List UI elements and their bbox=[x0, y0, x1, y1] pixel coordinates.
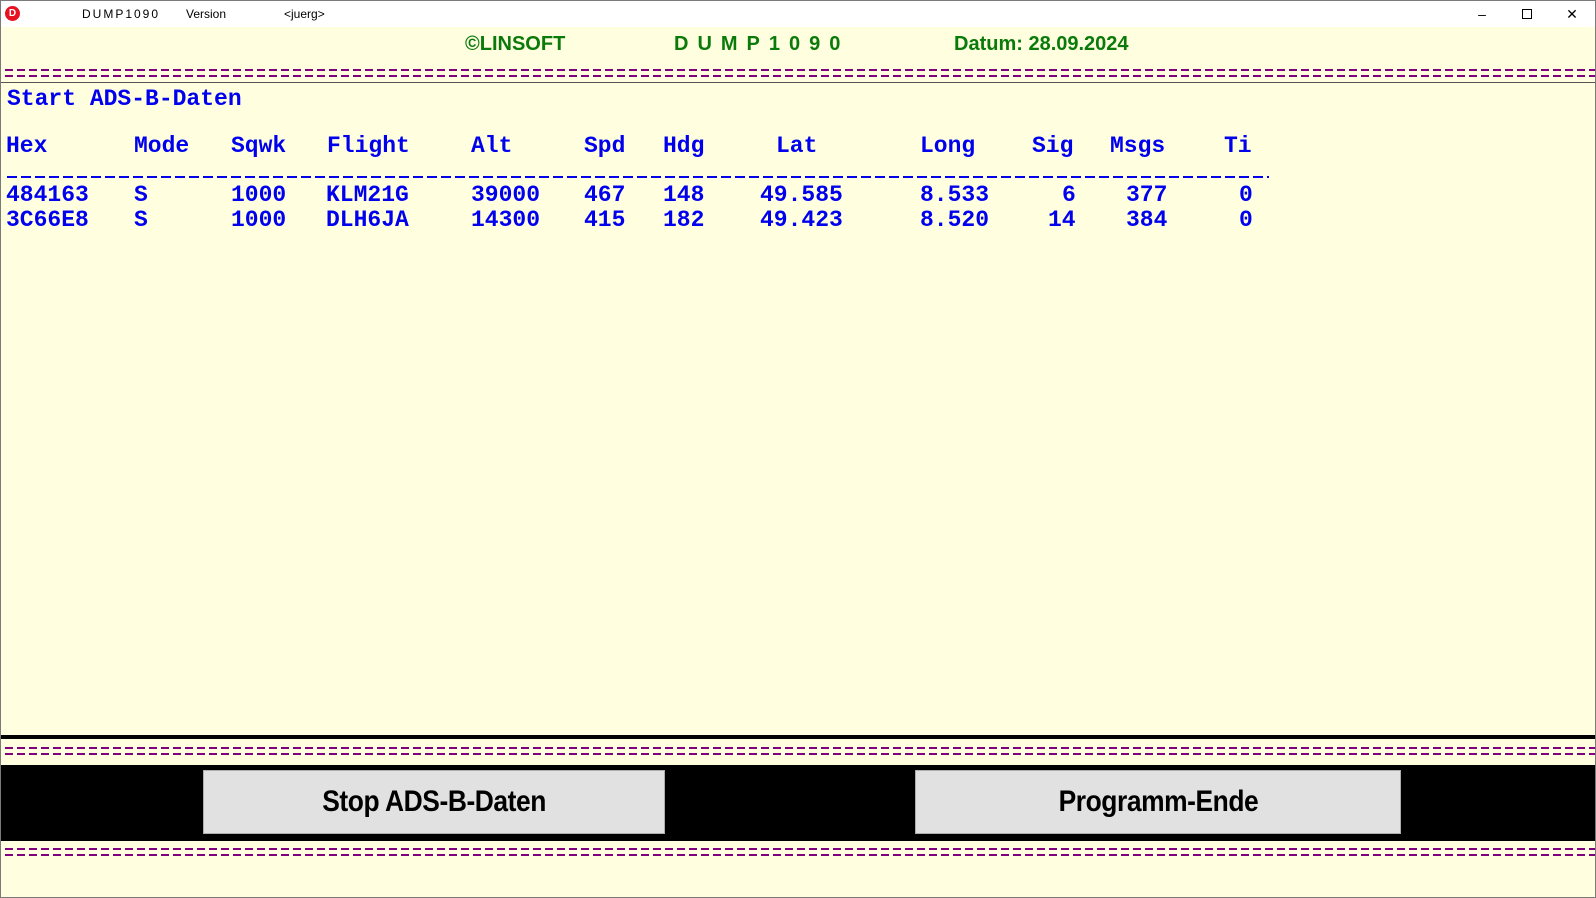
column-header-mode: Mode bbox=[134, 133, 190, 159]
cell-hdg: 148 bbox=[663, 182, 705, 208]
ads-b-data-panel: Start ADS-B-Daten Hex Mode Sqwk Flight A… bbox=[1, 83, 1595, 733]
cell-sqwk: 1000 bbox=[231, 182, 287, 208]
minimize-button[interactable]: – bbox=[1459, 1, 1505, 27]
cell-msgs: 384 bbox=[1126, 207, 1168, 233]
program-end-label: Programm-Ende bbox=[1058, 785, 1258, 818]
close-button[interactable]: ✕ bbox=[1549, 1, 1595, 27]
app-window: D DUMP1090 Version <juerg> – ✕ ©LINSOFT … bbox=[0, 0, 1596, 898]
title-bar: D DUMP1090 Version <juerg> – ✕ bbox=[1, 1, 1595, 27]
cell-msgs: 377 bbox=[1126, 182, 1168, 208]
maximize-icon bbox=[1522, 9, 1532, 19]
column-header-spd: Spd bbox=[584, 133, 626, 159]
cell-mode: S bbox=[134, 207, 148, 233]
window-title: DUMP1090 bbox=[82, 7, 161, 21]
copyright-label: ©LINSOFT bbox=[465, 33, 566, 55]
cell-hdg: 182 bbox=[663, 207, 705, 233]
column-header-sqwk: Sqwk bbox=[231, 133, 287, 159]
divider-thick bbox=[1, 735, 1595, 739]
cell-hex: 3C66E8 bbox=[6, 207, 89, 233]
table-header-row: Hex Mode Sqwk Flight Alt Spd Hdg Lat Lon… bbox=[1, 133, 1281, 159]
cell-alt: 39000 bbox=[471, 182, 541, 208]
user-label: <juerg> bbox=[284, 7, 325, 21]
cell-spd: 467 bbox=[584, 182, 626, 208]
cell-flight: DLH6JA bbox=[326, 207, 409, 233]
cell-alt: 14300 bbox=[471, 207, 541, 233]
divider-bottom bbox=[1, 846, 1595, 860]
cell-long: 8.520 bbox=[920, 207, 990, 233]
table-separator bbox=[7, 176, 1269, 178]
column-header-ti: Ti bbox=[1224, 133, 1252, 159]
table-row: 3C66E8 S 1000 DLH6JA 14300 415 182 49.42… bbox=[1, 207, 1281, 233]
column-header-hex: Hex bbox=[6, 133, 48, 159]
program-end-button[interactable]: Programm-Ende bbox=[915, 770, 1401, 834]
cell-sqwk: 1000 bbox=[231, 207, 287, 233]
cell-lat: 49.585 bbox=[760, 182, 843, 208]
header: ©LINSOFT DUMP1090 Datum: 28.09.2024 bbox=[1, 31, 1595, 59]
status-text: Start ADS-B-Daten bbox=[7, 86, 242, 112]
button-bar: Stop ADS-B-Daten Programm-Ende bbox=[1, 765, 1595, 841]
column-header-sig: Sig bbox=[1032, 133, 1074, 159]
cell-spd: 415 bbox=[584, 207, 626, 233]
date-label: Datum: 28.09.2024 bbox=[954, 33, 1129, 55]
cell-mode: S bbox=[134, 182, 148, 208]
column-header-hdg: Hdg bbox=[663, 133, 705, 159]
minimize-icon: – bbox=[1478, 6, 1486, 22]
maximize-button[interactable] bbox=[1504, 1, 1550, 27]
column-header-alt: Alt bbox=[471, 133, 513, 159]
divider-middle bbox=[1, 745, 1595, 759]
version-label: Version bbox=[186, 7, 227, 21]
divider-top bbox=[1, 67, 1595, 81]
column-header-long: Long bbox=[920, 133, 976, 159]
app-icon: D bbox=[5, 6, 20, 21]
cell-ti: 0 bbox=[1239, 182, 1253, 208]
column-header-flight: Flight bbox=[327, 133, 410, 159]
column-header-lat: Lat bbox=[776, 133, 818, 159]
column-header-msgs: Msgs bbox=[1110, 133, 1166, 159]
app-name-label: DUMP1090 bbox=[674, 33, 850, 55]
stop-ads-b-label: Stop ADS-B-Daten bbox=[322, 785, 546, 818]
table-row: 484163 S 1000 KLM21G 39000 467 148 49.58… bbox=[1, 182, 1281, 208]
cell-sig: 6 bbox=[1062, 182, 1076, 208]
cell-sig: 14 bbox=[1048, 207, 1076, 233]
stop-ads-b-button[interactable]: Stop ADS-B-Daten bbox=[203, 770, 665, 834]
cell-hex: 484163 bbox=[6, 182, 89, 208]
cell-long: 8.533 bbox=[920, 182, 990, 208]
cell-ti: 0 bbox=[1239, 207, 1253, 233]
cell-lat: 49.423 bbox=[760, 207, 843, 233]
close-icon: ✕ bbox=[1566, 5, 1578, 22]
cell-flight: KLM21G bbox=[326, 182, 409, 208]
